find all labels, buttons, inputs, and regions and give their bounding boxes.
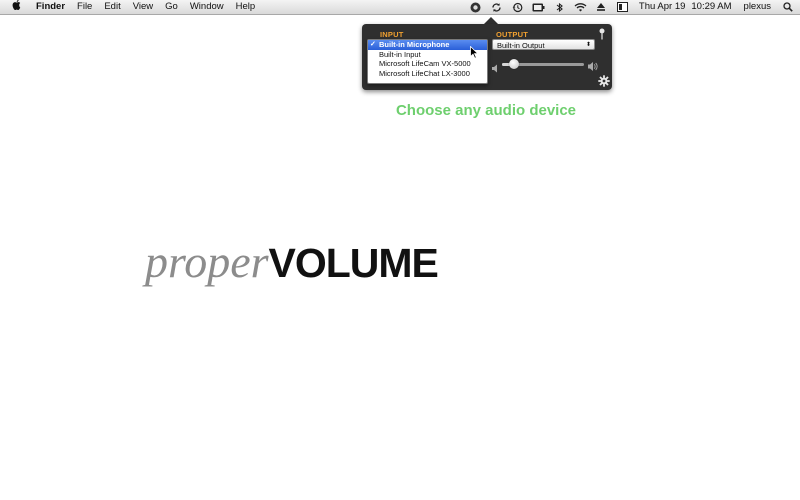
menu-edit[interactable]: Edit <box>98 0 126 14</box>
menu-file[interactable]: File <box>71 0 98 14</box>
popover-arrow <box>484 17 498 24</box>
menu-bar-left: Finder File Edit View Go Window Help <box>0 0 261 14</box>
menu-clock-date[interactable]: Thu Apr 19 <box>633 0 691 14</box>
feature-caption: Choose any audio device <box>395 102 577 119</box>
propervolume-status-icon[interactable] <box>469 0 482 14</box>
menu-finder[interactable]: Finder <box>30 0 71 14</box>
input-device-option-label: Built-in Microphone <box>379 40 450 49</box>
propervolume-logo: properVOLUME <box>145 236 439 299</box>
input-section-label: INPUT <box>380 30 404 39</box>
input-menu-icon[interactable] <box>616 0 629 14</box>
menu-view[interactable]: View <box>127 0 159 14</box>
selected-checkmark: ✓ <box>370 41 376 48</box>
logo-text-volume: VOLUME <box>268 240 439 286</box>
logo-text-proper: proper <box>145 236 269 287</box>
volume-high-icon <box>587 59 598 77</box>
eject-icon[interactable] <box>595 0 608 14</box>
apple-menu-icon[interactable] <box>0 0 30 15</box>
input-device-option-label: Microsoft LifeCam VX-5000 <box>379 59 471 68</box>
output-section-label: OUTPUT <box>496 30 529 39</box>
spotlight-search-icon[interactable] <box>781 0 794 14</box>
menu-bar-extras: Thu Apr 19 10:29 AM plexus <box>465 0 800 14</box>
menu-window[interactable]: Window <box>184 0 230 14</box>
menu-bar: Finder File Edit View Go Window Help Thu… <box>0 0 800 15</box>
pin-icon[interactable] <box>598 27 606 45</box>
select-arrows-icon: ⬍ <box>585 42 591 48</box>
volume-low-icon <box>491 60 500 78</box>
menu-clock-time[interactable]: 10:29 AM <box>691 0 737 14</box>
output-device-value: Built-in Output <box>497 41 545 50</box>
mouse-pointer-icon <box>470 45 479 64</box>
input-device-option-label: Built-in Input <box>379 49 421 59</box>
time-machine-icon[interactable] <box>511 0 524 14</box>
sync-icon[interactable] <box>490 0 503 14</box>
output-volume-slider[interactable] <box>502 59 584 69</box>
bluetooth-icon[interactable] <box>553 0 566 14</box>
input-device-option-lifechat[interactable]: Microsoft LifeChat LX-3000 <box>368 69 487 79</box>
battery-icon[interactable] <box>532 0 545 14</box>
wifi-icon[interactable] <box>574 0 587 14</box>
menu-user[interactable]: plexus <box>738 0 777 14</box>
input-device-option-label: Microsoft LifeChat LX-3000 <box>379 68 470 78</box>
menu-help[interactable]: Help <box>230 0 262 14</box>
gear-icon[interactable] <box>598 74 610 92</box>
output-device-select[interactable]: Built-in Output ⬍ <box>492 39 595 50</box>
menu-go[interactable]: Go <box>159 0 184 14</box>
